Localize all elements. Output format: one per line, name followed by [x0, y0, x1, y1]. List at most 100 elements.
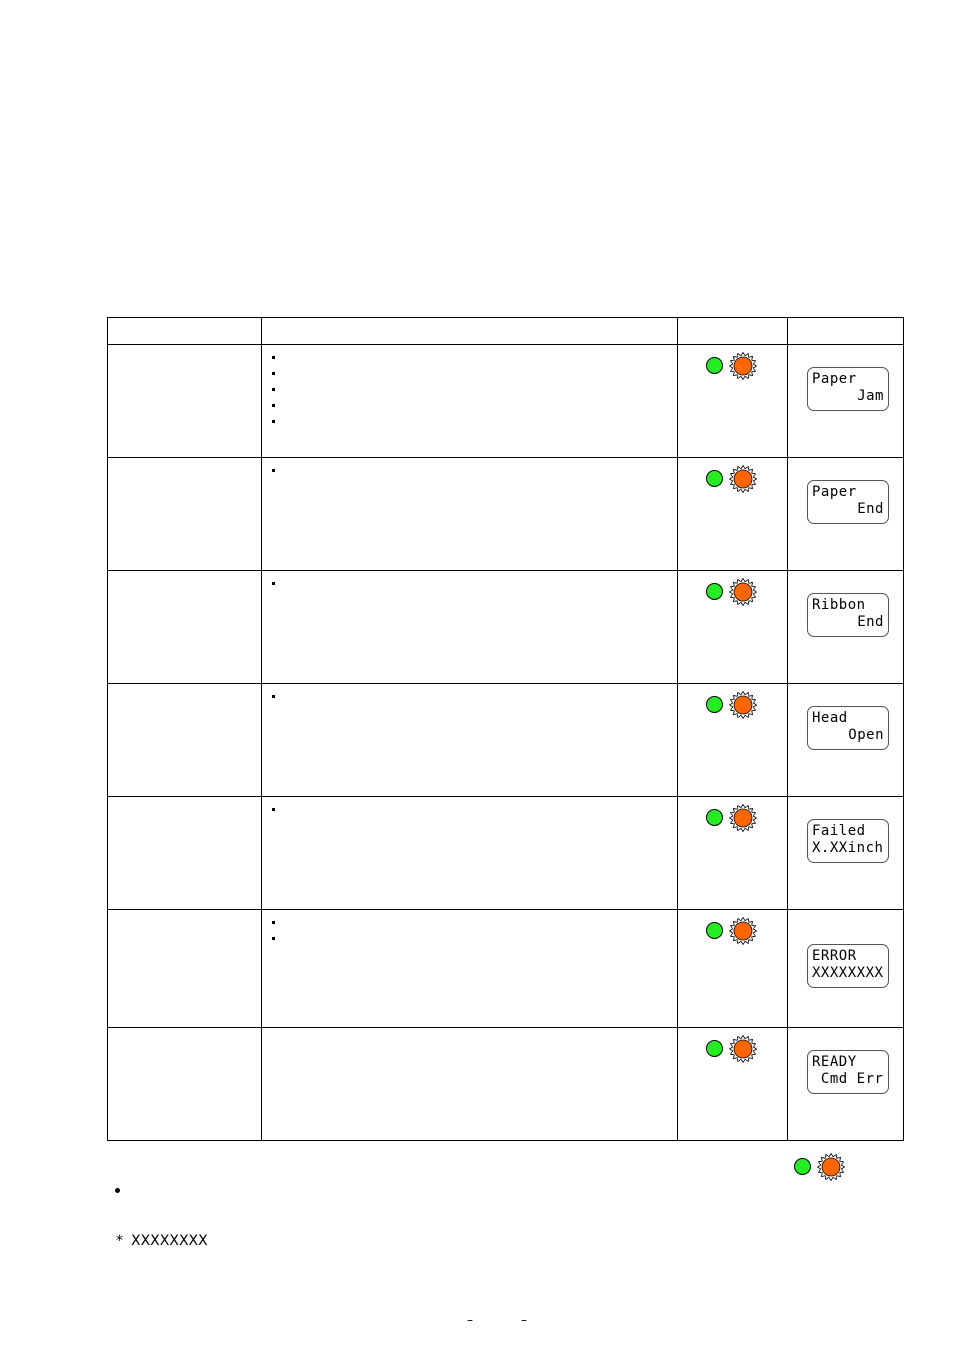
- lcd-display: Paper End: [807, 480, 889, 524]
- footnote: * XXXXXXXX: [116, 1233, 208, 1249]
- error-name-cell: [107, 909, 262, 1028]
- lcd-line-1: Paper: [812, 484, 857, 500]
- lcd-line-1: Ribbon: [812, 597, 866, 613]
- lcd-line-2: Jam: [857, 388, 884, 404]
- orange-led: [821, 1157, 841, 1177]
- lcd-line-1: Paper: [812, 371, 857, 387]
- bullet: [272, 404, 275, 407]
- lcd-display: Ribbon End: [807, 593, 889, 637]
- lcd-display: Paper Jam: [807, 367, 889, 411]
- led-cell: [677, 457, 788, 571]
- lcd-cell: ERROR XXXXXXXX: [787, 909, 904, 1028]
- lcd-cell: Paper End: [787, 457, 904, 571]
- table-row: Head Open: [107, 683, 904, 797]
- orange-led: [733, 582, 753, 602]
- orange-blinking-led-icon: [729, 691, 757, 719]
- lcd-line-1: READY: [812, 1054, 857, 1070]
- bullet: [272, 420, 275, 423]
- green-led-icon: [794, 1158, 811, 1175]
- green-led-icon: [706, 470, 723, 487]
- lcd-line-2: End: [857, 501, 884, 517]
- table-row: ERROR XXXXXXXX: [107, 909, 904, 1028]
- orange-led: [733, 1039, 753, 1059]
- orange-led: [733, 695, 753, 715]
- green-led-icon: [706, 1040, 723, 1057]
- error-name-cell: [107, 570, 262, 684]
- error-table: Paper Jam Paper End Ribbon End Head Open Failed X…: [107, 317, 904, 1141]
- orange-blinking-led-icon: [729, 352, 757, 380]
- green-led-icon: [706, 809, 723, 826]
- lcd-cell: READY Cmd Err: [787, 1027, 904, 1141]
- page-number: – –: [467, 1313, 549, 1327]
- orange-led: [733, 469, 753, 489]
- orange-blinking-led-icon: [729, 1035, 757, 1063]
- cause-cell: [261, 570, 678, 684]
- lcd-line-1: Head: [812, 710, 848, 726]
- bullet: [272, 937, 275, 940]
- led-cell: [677, 1027, 788, 1141]
- bullet: [272, 582, 275, 585]
- orange-blinking-led-icon: [729, 465, 757, 493]
- legend-led-indicator: [792, 1152, 852, 1182]
- orange-led: [733, 356, 753, 376]
- lcd-display: ERROR XXXXXXXX: [807, 944, 889, 988]
- table-row: Paper Jam: [107, 344, 904, 458]
- error-name-cell: [107, 683, 262, 797]
- header-cell: [107, 317, 262, 345]
- lcd-line-2: Cmd Err: [812, 1071, 884, 1087]
- cause-cell: [261, 909, 678, 1028]
- error-name-cell: [107, 457, 262, 571]
- cause-cell: [261, 344, 678, 458]
- cause-cell: [261, 683, 678, 797]
- lcd-line-2: End: [857, 614, 884, 630]
- orange-blinking-led-icon: [817, 1153, 845, 1181]
- header-cell: [677, 317, 788, 345]
- green-led-icon: [706, 922, 723, 939]
- lcd-cell: Failed X.XXinch: [787, 796, 904, 910]
- error-name-cell: [107, 796, 262, 910]
- bullet: [272, 808, 275, 811]
- green-led-icon: [706, 583, 723, 600]
- led-cell: [677, 909, 788, 1028]
- bullet: [272, 695, 275, 698]
- footnote-text: XXXXXXXX: [131, 1233, 208, 1249]
- lcd-line-2: XXXXXXXX: [812, 965, 884, 981]
- green-led-icon: [706, 357, 723, 374]
- header-cell: [787, 317, 904, 345]
- bullet: [272, 921, 275, 924]
- header-cell: [261, 317, 678, 345]
- cause-cell: [261, 1027, 678, 1141]
- lcd-cell: Ribbon End: [787, 570, 904, 684]
- orange-blinking-led-icon: [729, 804, 757, 832]
- error-name-cell: [107, 344, 262, 458]
- lcd-display: Failed X.XXinch: [807, 819, 889, 863]
- led-cell: [677, 570, 788, 684]
- led-cell: [677, 796, 788, 910]
- lcd-cell: Paper Jam: [787, 344, 904, 458]
- bullet: [272, 372, 275, 375]
- orange-blinking-led-icon: [729, 917, 757, 945]
- orange-led: [733, 921, 753, 941]
- lcd-line-2: X.XXinch: [812, 840, 884, 856]
- footnote-marker: *: [116, 1233, 123, 1249]
- table-row: Ribbon End: [107, 570, 904, 684]
- lcd-display: Head Open: [807, 706, 889, 750]
- bullet: [272, 388, 275, 391]
- orange-led: [733, 808, 753, 828]
- table-row: Failed X.XXinch: [107, 796, 904, 910]
- table-row: Paper End: [107, 457, 904, 571]
- bullet: [272, 469, 275, 472]
- cause-cell: [261, 457, 678, 571]
- orange-blinking-led-icon: [729, 578, 757, 606]
- table-row: READY Cmd Err: [107, 1027, 904, 1141]
- lcd-display: READY Cmd Err: [807, 1050, 889, 1094]
- note-bullet: [115, 1188, 120, 1193]
- led-cell: [677, 344, 788, 458]
- green-led-icon: [706, 696, 723, 713]
- error-name-cell: [107, 1027, 262, 1141]
- lcd-line-2: Open: [848, 727, 884, 743]
- lcd-line-1: Failed: [812, 823, 866, 839]
- lcd-cell: Head Open: [787, 683, 904, 797]
- cause-cell: [261, 796, 678, 910]
- bullet: [272, 356, 275, 359]
